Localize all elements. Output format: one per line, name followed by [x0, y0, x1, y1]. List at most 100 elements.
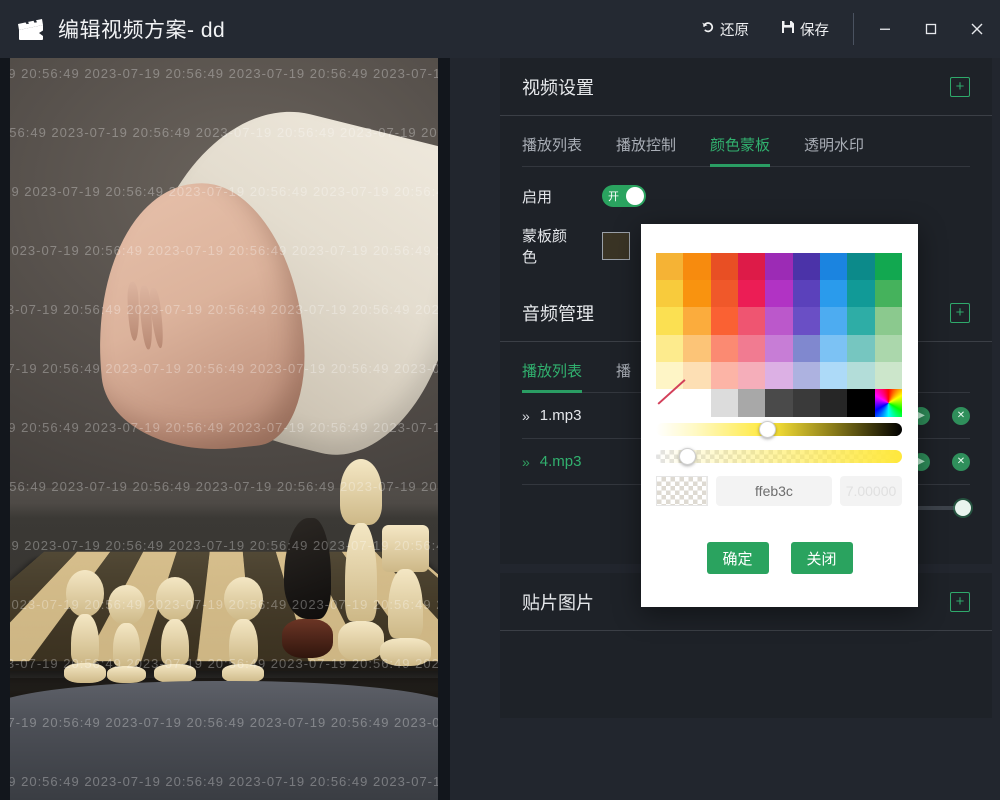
palette-swatch[interactable]	[847, 253, 875, 281]
confirm-button[interactable]: 确定	[706, 542, 769, 574]
maximize-icon[interactable]	[908, 0, 954, 58]
hex-color-input[interactable]	[716, 476, 832, 506]
color-wheel-icon[interactable]	[874, 389, 902, 417]
palette-swatch[interactable]	[765, 307, 793, 335]
palette-swatch[interactable]	[738, 361, 766, 389]
alpha-slider-knob[interactable]	[678, 448, 696, 465]
palette-swatch[interactable]	[683, 334, 711, 362]
restore-button[interactable]: 还原	[685, 0, 765, 58]
palette-swatch[interactable]	[738, 307, 766, 335]
palette-swatch[interactable]	[656, 334, 684, 362]
audio-tab-second[interactable]: 播	[616, 360, 631, 393]
video-frame[interactable]: 2023-07-19 20:56:49 2023-07-19 20:56:49 …	[10, 58, 438, 800]
shade-slider-knob[interactable]	[759, 421, 777, 438]
palette-swatch[interactable]	[874, 361, 902, 389]
minimize-icon[interactable]	[862, 0, 908, 58]
palette-swatch[interactable]	[710, 361, 738, 389]
grayscale-swatch[interactable]	[710, 389, 738, 417]
palette-swatch[interactable]	[710, 307, 738, 335]
palette-swatch[interactable]	[874, 280, 902, 308]
color-picker-buttons: 确定 关闭	[641, 542, 918, 574]
grayscale-swatch[interactable]	[765, 389, 793, 417]
palette-swatch[interactable]	[820, 280, 848, 308]
palette-swatch[interactable]	[738, 280, 766, 308]
palette-swatch[interactable]	[765, 280, 793, 308]
palette-swatch[interactable]	[874, 307, 902, 335]
alpha-slider[interactable]	[656, 448, 902, 465]
patch-image-add-icon[interactable]: +	[950, 591, 970, 612]
chess-rook	[380, 525, 432, 681]
chess-pawn	[153, 577, 196, 684]
palette-swatch[interactable]	[738, 253, 766, 281]
volume-slider-knob[interactable]	[955, 500, 971, 516]
palette-swatch[interactable]	[847, 361, 875, 389]
grayscale-swatch[interactable]	[847, 389, 875, 417]
close-circle-icon[interactable]: ✕	[952, 452, 970, 471]
clapperboard-icon	[16, 16, 46, 42]
palette-swatch[interactable]	[792, 280, 820, 308]
grayscale-swatch[interactable]	[683, 389, 711, 417]
palette-swatch[interactable]	[820, 253, 848, 281]
palette-swatch[interactable]	[847, 334, 875, 362]
undo-icon	[701, 20, 715, 38]
grayscale-swatch[interactable]	[792, 389, 820, 417]
palette-swatch[interactable]	[765, 361, 793, 389]
close-icon[interactable]	[954, 0, 1000, 58]
palette-swatch[interactable]	[683, 253, 711, 281]
color-picker-dialog[interactable]: 确定 关闭	[641, 224, 918, 607]
palette-swatch[interactable]	[710, 253, 738, 281]
enable-row: 启用 开	[522, 185, 970, 207]
mask-color-label: 蒙板颜色	[522, 228, 568, 266]
palette-swatch[interactable]	[765, 334, 793, 362]
chess-pawn	[106, 584, 147, 683]
palette-swatch[interactable]	[792, 307, 820, 335]
palette-swatch[interactable]	[710, 334, 738, 362]
chevron-right-icon: »	[522, 453, 530, 470]
audio-manager-add-icon[interactable]: +	[950, 302, 970, 323]
chess-king	[337, 458, 385, 682]
tab-playlist[interactable]: 播放列表	[522, 134, 582, 167]
palette-swatch[interactable]	[738, 334, 766, 362]
no-color-icon[interactable]	[656, 389, 684, 417]
palette-swatch[interactable]	[820, 307, 848, 335]
palette-swatch[interactable]	[792, 361, 820, 389]
video-scene-chess	[10, 58, 438, 800]
palette-swatch[interactable]	[792, 253, 820, 281]
enable-toggle[interactable]: 开	[602, 185, 646, 207]
palette-swatch[interactable]	[874, 253, 902, 281]
palette-swatch[interactable]	[847, 280, 875, 308]
palette-swatch[interactable]	[847, 307, 875, 335]
palette-swatch[interactable]	[820, 334, 848, 362]
save-disk-icon	[781, 20, 795, 38]
alpha-value-input[interactable]	[840, 476, 902, 506]
save-button[interactable]: 保存	[765, 0, 845, 58]
palette-swatch[interactable]	[874, 334, 902, 362]
tab-color-mask[interactable]: 颜色蒙板	[710, 134, 771, 167]
palette-swatch[interactable]	[765, 253, 793, 281]
shade-slider[interactable]	[656, 421, 902, 438]
palette-swatch[interactable]	[683, 280, 711, 308]
restore-label: 还原	[720, 22, 749, 39]
close-button[interactable]: 关闭	[790, 542, 853, 574]
tab-playback-control[interactable]: 播放控制	[616, 134, 676, 167]
palette-swatch[interactable]	[656, 307, 684, 335]
palette-swatch[interactable]	[656, 253, 684, 281]
grayscale-swatch[interactable]	[820, 389, 848, 417]
enable-label: 启用	[522, 188, 553, 206]
grayscale-swatch[interactable]	[738, 389, 766, 417]
audio-tab-playlist[interactable]: 播放列表	[522, 360, 583, 393]
palette-swatch[interactable]	[792, 334, 820, 362]
mask-color-swatch[interactable]	[602, 232, 630, 260]
tab-transparent-watermark[interactable]: 透明水印	[804, 134, 864, 167]
grayscale-swatch-row[interactable]	[656, 389, 902, 417]
palette-swatch[interactable]	[820, 361, 848, 389]
color-preview-chip	[656, 476, 708, 506]
close-circle-icon[interactable]: ✕	[952, 406, 970, 425]
palette-swatch[interactable]	[656, 280, 684, 308]
palette-swatch[interactable]	[683, 307, 711, 335]
palette-swatch[interactable]	[710, 280, 738, 308]
video-settings-add-icon[interactable]: +	[950, 76, 970, 97]
chess-knight	[282, 518, 333, 681]
color-palette-grid[interactable]	[656, 253, 902, 389]
palette-swatch[interactable]	[683, 361, 711, 389]
